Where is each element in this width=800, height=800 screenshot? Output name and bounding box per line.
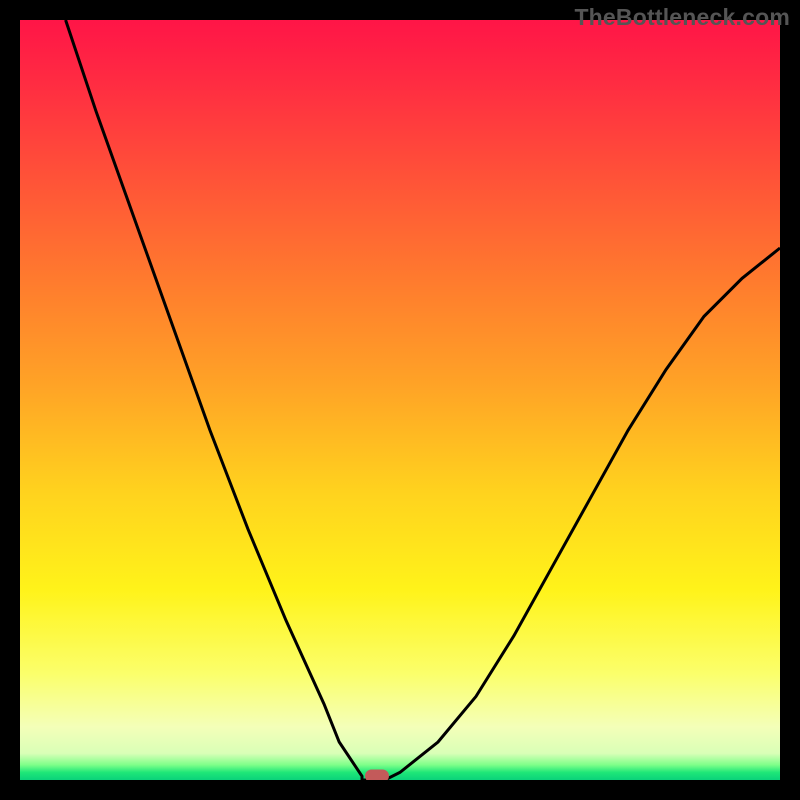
plot-area xyxy=(20,20,780,780)
watermark-text: TheBottleneck.com xyxy=(574,4,790,31)
chart-frame: TheBottleneck.com xyxy=(0,0,800,800)
curve-path xyxy=(66,20,780,780)
optimum-marker xyxy=(365,770,389,780)
bottleneck-curve xyxy=(20,20,780,780)
